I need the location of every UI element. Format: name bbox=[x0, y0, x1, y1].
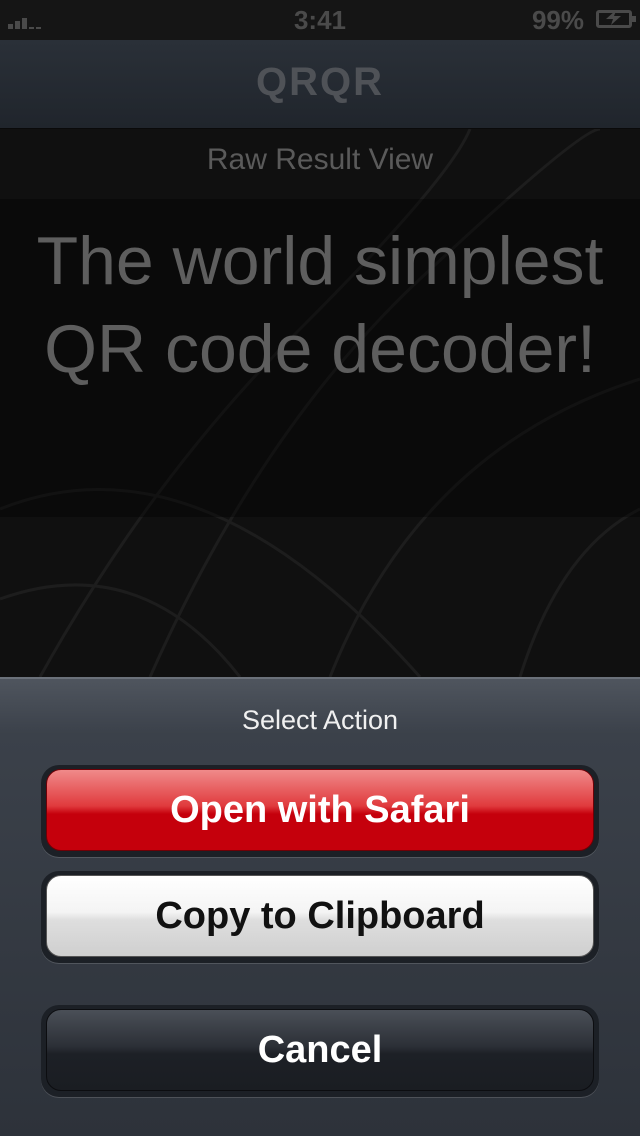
battery-charging-icon bbox=[596, 10, 636, 28]
battery-percent: 99% bbox=[531, 5, 584, 35]
open-safari-button-well: Open with Safari bbox=[41, 765, 599, 857]
cancel-button[interactable]: Cancel bbox=[46, 1009, 594, 1091]
copy-to-clipboard-button[interactable]: Copy to Clipboard bbox=[46, 875, 594, 957]
copy-clipboard-button-well: Copy to Clipboard bbox=[41, 871, 599, 963]
app-screen: 3:41 99% QRQR Raw Result View The world … bbox=[0, 0, 640, 1136]
navigation-bar: QRQR bbox=[0, 40, 640, 129]
open-with-safari-button[interactable]: Open with Safari bbox=[46, 769, 594, 851]
cancel-button-well: Cancel bbox=[41, 1005, 599, 1097]
nav-title: QRQR bbox=[256, 60, 384, 104]
result-line-2: QR code decoder! bbox=[44, 311, 596, 387]
view-subtitle: Raw Result View bbox=[206, 143, 434, 176]
raw-result-view: Raw Result View The world simplest QR co… bbox=[0, 129, 640, 677]
action-sheet: Select Action Open with Safari Copy to C… bbox=[0, 677, 640, 1136]
decoded-result-text[interactable]: The world simplest QR code decoder! bbox=[0, 217, 640, 393]
action-sheet-title: Select Action bbox=[241, 705, 399, 735]
status-bar: 3:41 99% bbox=[0, 0, 640, 40]
result-line-1: The world simplest bbox=[36, 223, 604, 299]
